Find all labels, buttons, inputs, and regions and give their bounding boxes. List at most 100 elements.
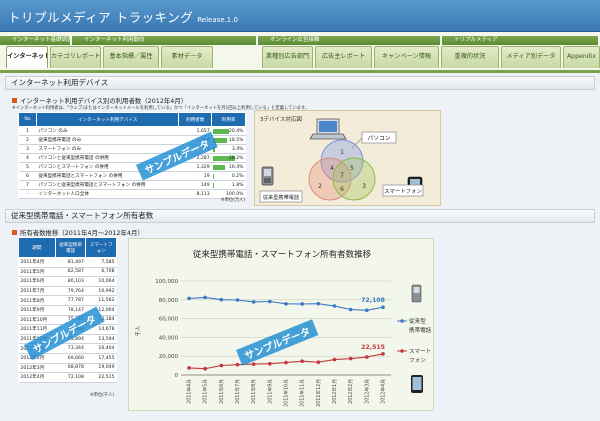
- y-tick-label: 40,000: [159, 335, 179, 341]
- nav-tab-6[interactable]: キャンペーン情報: [374, 46, 439, 68]
- smartphone-icon: [411, 375, 423, 393]
- data-point: [203, 366, 207, 371]
- mobile-row: 2011年6月 80,103 10,064: [18, 276, 117, 287]
- nav-tab-2[interactable]: 基本指標／属性: [103, 46, 159, 68]
- data-point: [268, 299, 272, 304]
- mobile-feature-count: 81,497: [55, 257, 86, 268]
- mobile-period: 2011年10月: [18, 315, 56, 326]
- series-last-label: 22,515: [361, 344, 385, 351]
- data-point: [348, 356, 353, 361]
- device-no: 4: [18, 153, 37, 163]
- section-title-devices: インターネット利用デバイス: [5, 76, 595, 90]
- device-no: 5: [18, 162, 37, 172]
- device-name: 従来型携帯電話 のみ: [36, 135, 179, 145]
- mobile-period: 2012年4月: [18, 372, 56, 383]
- mobile-row: 2011年9月 78,147 12,004: [18, 305, 117, 316]
- data-point: [219, 297, 224, 302]
- mobile-header-0: 期間: [18, 237, 56, 258]
- nav-tab-1[interactable]: カテゴリレポート: [50, 46, 101, 68]
- device-total-no: -: [18, 189, 37, 199]
- nav-group-3: トリプルメディア: [442, 36, 598, 45]
- nav-tab-3[interactable]: 素材データ: [161, 46, 213, 68]
- device-row: 6 従来型携帯電話とスマートフォン の併用 19 0.2%: [18, 171, 246, 181]
- data-point: [203, 295, 207, 300]
- venn-region-6: 6: [340, 186, 344, 193]
- mobile-period: 2011年7月: [18, 286, 56, 297]
- x-tick-label: 2011年4月: [186, 379, 193, 404]
- venn-region-5: 5: [350, 165, 354, 172]
- mobile-period: 2011年5月: [18, 267, 56, 278]
- data-point: [251, 300, 256, 304]
- device-pct-cell: 0.2%: [211, 171, 246, 181]
- mobile-feature-count: 82,587: [55, 267, 86, 278]
- device-pct-cell: 1.8%: [211, 180, 246, 190]
- ownership-chart-panel: 従来型携帯電話・スマートフォン所有者数推移 0 20,000 40,000 60,000…: [128, 238, 434, 411]
- mobile-smart-count: 19,049: [85, 363, 117, 374]
- mobile-row: 2011年5月 82,587 6,708: [18, 267, 117, 278]
- laptop-icon: [309, 118, 347, 140]
- data-point: [316, 360, 321, 365]
- mobile-row: 2011年8月 77,787 11,562: [18, 295, 117, 306]
- nav-tab-9[interactable]: Appendix: [563, 46, 600, 68]
- device-pct: 20.4%: [228, 128, 244, 134]
- venn-region-1: 1: [340, 149, 344, 156]
- mobile-period: 2011年9月: [18, 305, 56, 316]
- section-title-devices-text: インターネット利用デバイス: [11, 78, 109, 87]
- x-tick-label: 2011年5月: [202, 379, 209, 404]
- data-point: [187, 366, 191, 370]
- legend-label: 従来型: [409, 317, 426, 325]
- mobile-unit-note: ※単位(千人): [90, 393, 115, 398]
- data-point: [219, 363, 224, 368]
- legend-marker: [400, 319, 404, 323]
- x-tick-label: 2011年6月: [218, 379, 225, 404]
- data-point: [235, 362, 240, 367]
- venn-circle-smartphone: [332, 157, 376, 201]
- nav-tab-7[interactable]: 重複的状況: [441, 46, 499, 68]
- device-name: パソコン のみ: [36, 126, 179, 136]
- venn-label-feature-phone: 従来型携帯電話: [263, 193, 299, 201]
- data-point: [348, 307, 353, 312]
- nav-group-1: インターネット利用動向: [72, 36, 256, 45]
- data-point: [332, 357, 337, 362]
- nav-tab-0[interactable]: インターネット入口: [6, 46, 48, 68]
- venn-label-smartphone: スマートフォン: [384, 188, 422, 195]
- nav-tab-4[interactable]: 業種別広告部門: [262, 46, 313, 68]
- mobile-smart-count: 17,455: [85, 353, 117, 364]
- mobile-period: 2011年6月: [18, 276, 56, 287]
- nav-tab-8[interactable]: メディア別データ: [501, 46, 561, 68]
- device-header-2: 利用者数: [178, 112, 213, 127]
- mobile-feature-count: 68,878: [55, 363, 86, 374]
- mobile-table-heading: 所有者数推移（2011年4月〜2012年4月）: [12, 228, 144, 237]
- x-tick-label: 2011年11月: [299, 379, 306, 407]
- data-point: [332, 304, 337, 308]
- device-pct: 3.4%: [231, 146, 244, 152]
- device-pct-cell: 20.4%: [211, 126, 246, 136]
- legend-label: フォン: [409, 357, 426, 364]
- device-pct-cell: 18.5%: [211, 135, 246, 145]
- nav-tab-5[interactable]: 広告主レポート: [315, 46, 372, 68]
- venn-region-3: 3: [362, 183, 366, 190]
- x-tick-label: 2012年4月: [380, 379, 387, 404]
- x-tick-label: 2011年7月: [234, 379, 241, 404]
- device-usage-table: No インターネット利用デバイス 利用者数 利用率 1 パソコン のみ 1,657 20.4…: [18, 112, 246, 199]
- device-header-1: インターネット利用デバイス: [35, 112, 180, 127]
- data-point: [251, 362, 256, 366]
- data-point: [235, 298, 240, 302]
- device-name: パソコンと従来型携帯電話とスマートフォン の併用: [36, 180, 179, 190]
- x-tick-label: 2011年12月: [315, 379, 322, 407]
- y-tick-label: 0: [175, 373, 179, 379]
- release-label: Release.1.0: [197, 16, 238, 24]
- data-point: [365, 355, 369, 359]
- device-venn-panel: 3デバイス対応図 1 2 3 4 5 6 7 パソコン 従来型携帯電話 スマート…: [254, 110, 441, 206]
- device-name: スマートフォン のみ: [36, 144, 179, 154]
- bullet-square-icon: [12, 98, 17, 103]
- device-no: 1: [18, 126, 37, 136]
- device-row: 4 パソコンと従来型携帯電話 の併用 2,287 28.2%: [18, 153, 246, 163]
- mobile-table-heading-text: 所有者数推移（2011年4月〜2012年4月）: [20, 229, 144, 237]
- x-tick-label: 2011年10月: [283, 379, 290, 407]
- mobile-row: 2011年4月 81,497 7,585: [18, 257, 117, 268]
- mobile-period: 2011年8月: [18, 295, 56, 306]
- y-axis-label: 千人: [134, 325, 142, 337]
- device-pct: 16.4%: [228, 164, 244, 170]
- mobile-period: 2012年3月: [18, 363, 56, 374]
